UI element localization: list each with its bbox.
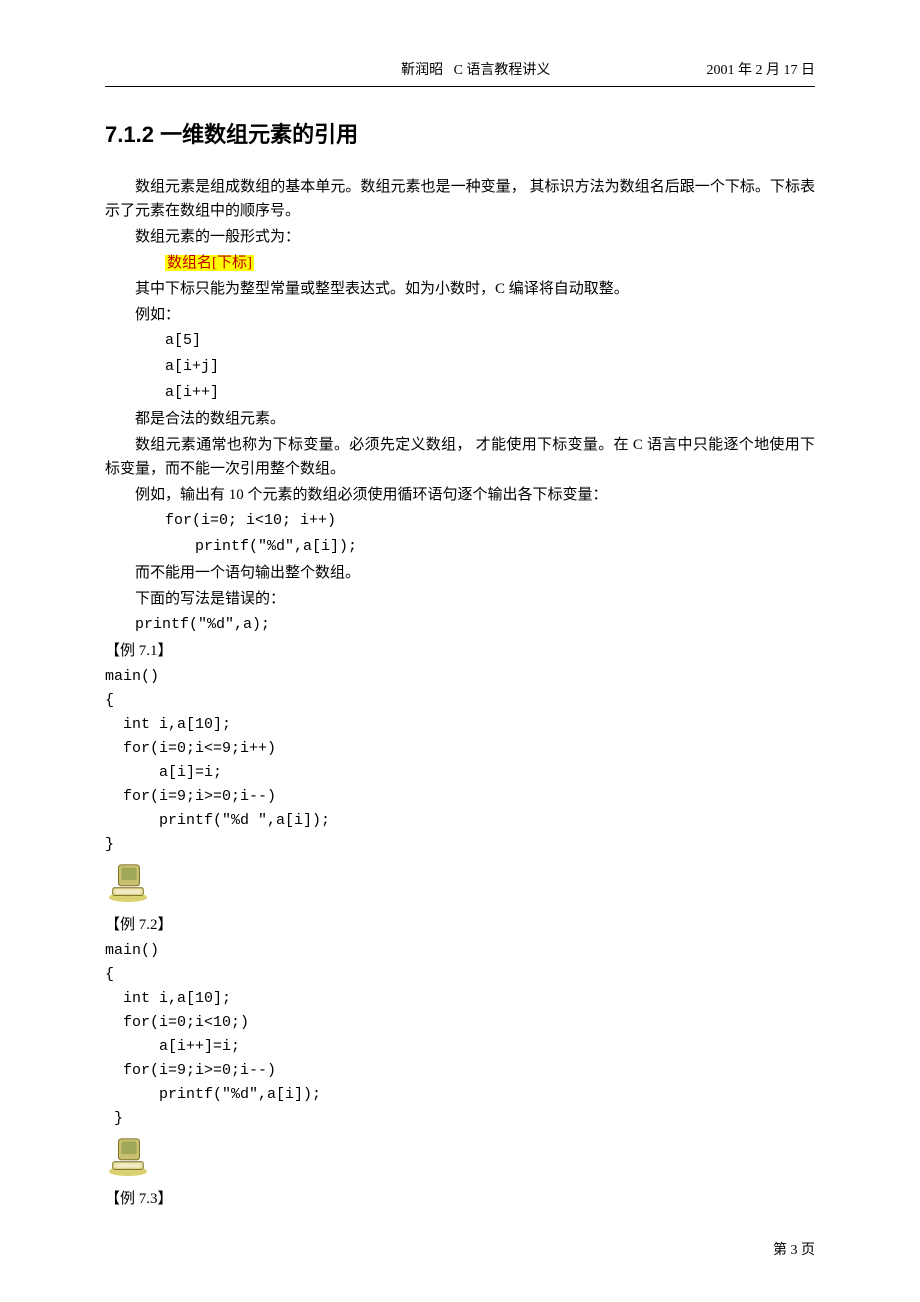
paragraph: 都是合法的数组元素。: [105, 407, 815, 431]
code-line: }: [105, 833, 815, 857]
code-line: for(i=9;i>=0;i--): [105, 1059, 815, 1083]
code-line: }: [105, 1107, 815, 1131]
section-title: 一维数组元素的引用: [160, 122, 358, 147]
paragraph: 例如：: [105, 303, 815, 327]
code-line: for(i=0;i<10;): [105, 1011, 815, 1035]
code-line: int i,a[10];: [105, 713, 815, 737]
code-line: for(i=0;i<=9;i++): [105, 737, 815, 761]
code-line: main(): [105, 665, 815, 689]
paragraph: 例如，输出有 10 个元素的数组必须使用循环语句逐个输出各下标变量：: [105, 483, 815, 507]
computer-icon: [105, 1135, 151, 1177]
highlight-text: 数组名[下标]: [165, 255, 254, 271]
example-label-7-1: 【例 7.1】: [105, 639, 815, 663]
page-footer: 第 3 页: [773, 1240, 815, 1262]
paragraph: 数组元素通常也称为下标变量。必须先定义数组， 才能使用下标变量。在 C 语言中只…: [105, 433, 815, 481]
code-line: printf("%d",a[i]);: [105, 1083, 815, 1107]
paragraph: 下面的写法是错误的：: [105, 587, 815, 611]
section-heading: 7.1.2 一维数组元素的引用: [105, 117, 815, 152]
code-line: printf("%d",a);: [105, 613, 815, 637]
page-header: 靳润昭 C 语言教程讲义 2001 年 2 月 17 日: [105, 60, 815, 87]
code-line: printf("%d ",a[i]);: [105, 809, 815, 833]
code-example: a[5]: [105, 329, 815, 353]
paragraph: 而不能用一个语句输出整个数组。: [105, 561, 815, 585]
code-line: {: [105, 963, 815, 987]
code-line: printf("%d",a[i]);: [105, 535, 815, 559]
code-line: int i,a[10];: [105, 987, 815, 1011]
paragraph: 其中下标只能为整型常量或整型表达式。如为小数时，C 编译将自动取整。: [105, 277, 815, 301]
code-line: for(i=0; i<10; i++): [105, 509, 815, 533]
code-line: for(i=9;i>=0;i--): [105, 785, 815, 809]
code-line: a[i++]=i;: [105, 1035, 815, 1059]
header-author: 靳润昭: [401, 63, 443, 78]
section-number: 7.1.2: [105, 122, 154, 147]
paragraph: 数组元素是组成数组的基本单元。数组元素也是一种变量， 其标识方法为数组名后跟一个…: [105, 175, 815, 223]
example-label-7-2: 【例 7.2】: [105, 913, 815, 937]
computer-icon: [105, 861, 151, 903]
form-syntax: 数组名[下标]: [105, 251, 815, 275]
header-title: C 语言教程讲义: [454, 63, 551, 78]
code-example: a[i+j]: [105, 355, 815, 379]
code-line: main(): [105, 939, 815, 963]
code-line: {: [105, 689, 815, 713]
example-label-7-3: 【例 7.3】: [105, 1187, 815, 1211]
header-date: 2001 年 2 月 17 日: [707, 60, 816, 82]
code-example: a[i++]: [105, 381, 815, 405]
header-title-block: 靳润昭 C 语言教程讲义: [245, 60, 707, 82]
code-line: a[i]=i;: [105, 761, 815, 785]
document-page: 靳润昭 C 语言教程讲义 2001 年 2 月 17 日 7.1.2 一维数组元…: [0, 0, 920, 1302]
paragraph: 数组元素的一般形式为：: [105, 225, 815, 249]
